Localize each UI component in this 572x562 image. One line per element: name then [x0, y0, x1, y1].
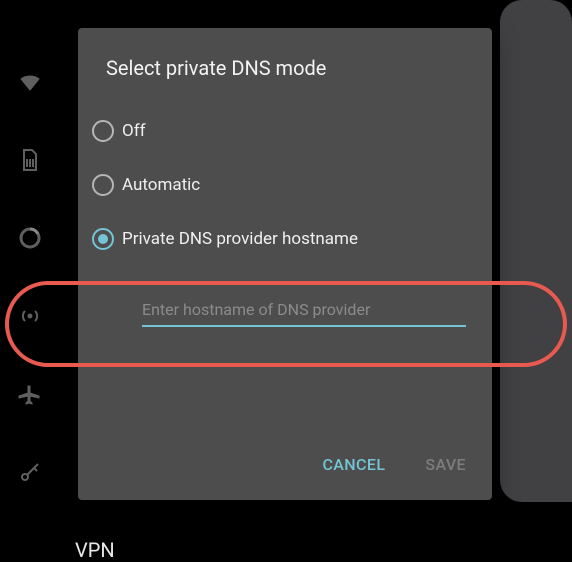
- radio-icon: [92, 120, 114, 142]
- option-label: Off: [122, 121, 146, 141]
- option-automatic[interactable]: Automatic: [90, 158, 480, 212]
- sim-icon: [18, 148, 42, 176]
- radio-icon: [92, 174, 114, 196]
- right-panel: [500, 0, 572, 502]
- data-usage-icon: [18, 226, 42, 254]
- cancel-button[interactable]: CANCEL: [322, 455, 385, 474]
- option-off[interactable]: Off: [90, 104, 480, 158]
- option-label: Private DNS provider hostname: [122, 229, 358, 249]
- airplane-icon: [18, 382, 42, 410]
- option-provider-hostname[interactable]: Private DNS provider hostname: [90, 212, 480, 266]
- save-button[interactable]: SAVE: [425, 455, 466, 474]
- radio-group: Off Automatic Private DNS provider hostn…: [78, 104, 492, 266]
- dialog-title: Select private DNS mode: [78, 56, 492, 104]
- key-icon: [18, 460, 42, 488]
- hostname-input[interactable]: [142, 296, 466, 327]
- private-dns-dialog: Select private DNS mode Off Automatic Pr…: [78, 28, 492, 500]
- list-item-vpn: VPN: [75, 538, 115, 562]
- wifi-icon: [18, 70, 42, 98]
- radio-icon: [92, 228, 114, 250]
- sidebar: [0, 70, 60, 488]
- dialog-actions: CANCEL SAVE: [322, 455, 466, 474]
- hostname-input-row: [78, 266, 492, 327]
- option-label: Automatic: [122, 175, 200, 195]
- hotspot-icon: [18, 304, 42, 332]
